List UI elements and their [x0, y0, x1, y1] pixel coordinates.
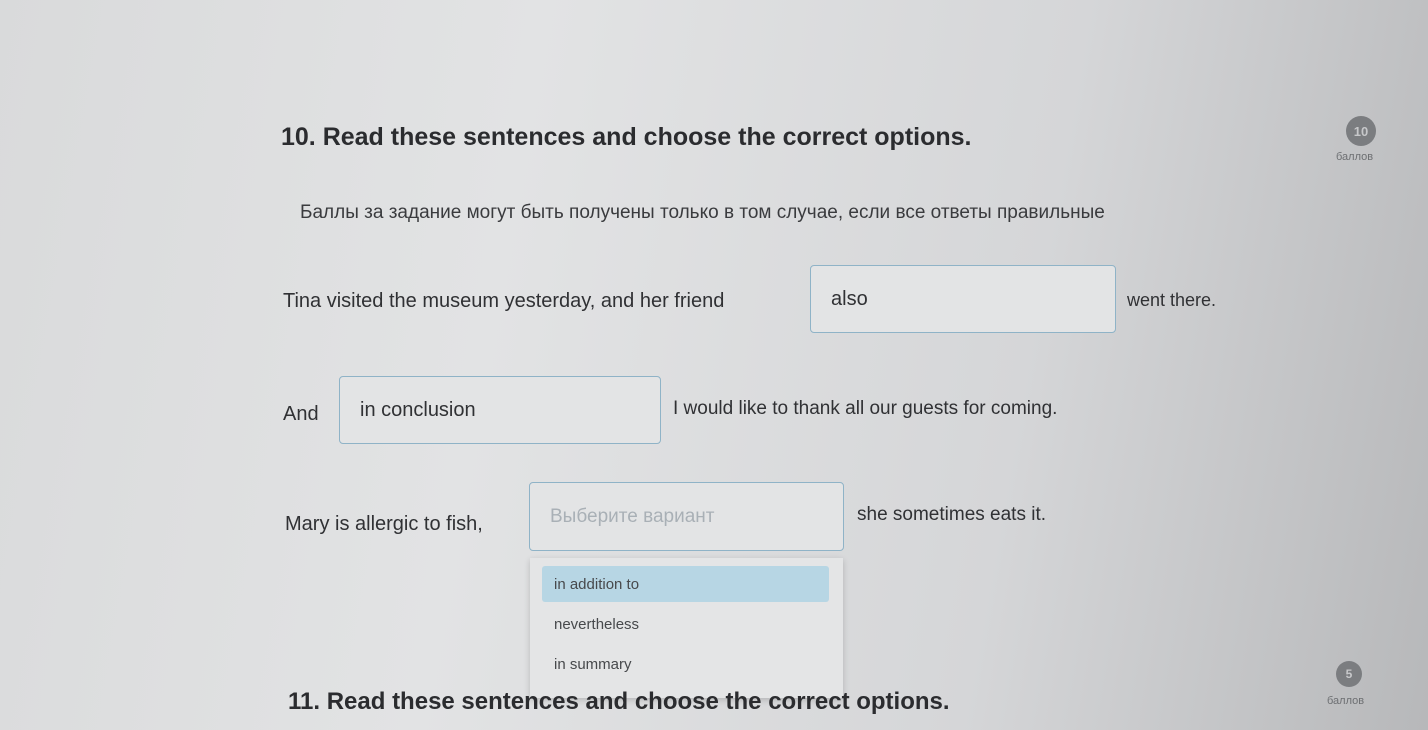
answer-select-3[interactable]: Выберите вариант — [529, 482, 844, 551]
question-10-title: 10. Read these sentences and choose the … — [281, 123, 972, 151]
option-nevertheless[interactable]: nevertheless — [542, 606, 829, 642]
points-badge-11: 5 — [1336, 661, 1362, 687]
answer-select-1[interactable]: also — [810, 265, 1116, 333]
points-badge: 10 — [1346, 116, 1376, 146]
sentence-3-before: Mary is allergic to fish, — [285, 513, 483, 535]
sentence-2-after: I would like to thank all our guests for… — [673, 398, 1058, 419]
sentence-1-before: Tina visited the museum yesterday, and h… — [283, 290, 725, 312]
answer-select-2[interactable]: in conclusion — [339, 376, 661, 444]
question-11-title: 11. Read these sentences and choose the … — [288, 688, 950, 715]
points-label: баллов — [1336, 151, 1374, 163]
sentence-1-after: went there. — [1127, 290, 1217, 310]
answer-select-3-placeholder: Выберите вариант — [550, 505, 715, 527]
option-in-summary[interactable]: in summary — [542, 646, 829, 682]
answer-select-2-value: in conclusion — [360, 398, 476, 421]
points-label-11: баллов — [1327, 695, 1365, 707]
scoring-note: Баллы за задание могут быть получены тол… — [300, 202, 1105, 223]
answer-select-1-value: also — [831, 287, 868, 310]
sentence-2-before: And — [283, 403, 319, 425]
sentence-3-after: she sometimes eats it. — [857, 504, 1047, 525]
option-in-addition-to[interactable]: in addition to — [542, 566, 829, 602]
options-dropdown: in addition to nevertheless in summary — [530, 558, 843, 698]
